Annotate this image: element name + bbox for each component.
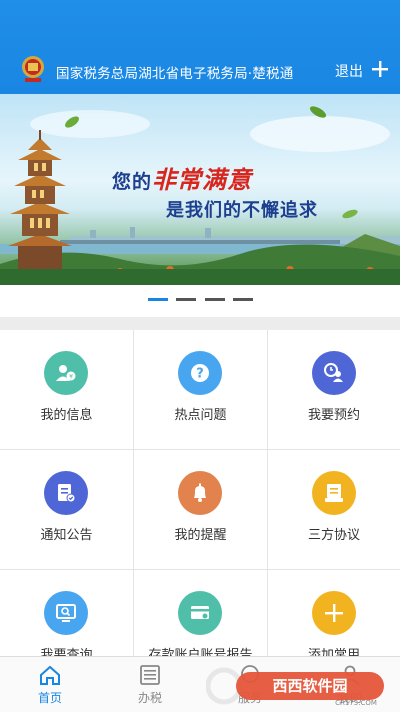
- tax-emblem-icon: [22, 56, 44, 82]
- question-icon: ?: [178, 351, 222, 395]
- card-icon: [178, 591, 222, 635]
- grid-item-label: 三方协议: [307, 528, 360, 543]
- banner-slogan-line2: 是我们的不懈追求: [166, 200, 318, 221]
- svg-text:¥: ¥: [69, 374, 73, 381]
- app-title: 国家税务总局湖北省电子税务局·楚税通: [56, 66, 294, 82]
- grid-item-appointment[interactable]: 我要预约: [268, 330, 400, 449]
- banner-slogan-line1: 您的非常满意: [112, 160, 252, 195]
- carousel-dot-3[interactable]: [205, 298, 225, 301]
- tab-label: 首页: [37, 691, 62, 705]
- function-grid: ¥ 我的信息 ? 热点问题 我要预约 通知公告 我的提醒 三方协议: [0, 330, 400, 689]
- carousel-dot-2[interactable]: [176, 298, 196, 301]
- user-icon: ¥: [44, 351, 88, 395]
- grid-item-my-info[interactable]: ¥ 我的信息: [0, 330, 133, 449]
- logout-button[interactable]: 退出: [335, 61, 363, 81]
- carousel-dot-4[interactable]: [233, 298, 253, 301]
- watermark-brand: 西西软件园: [272, 677, 347, 695]
- grid-item-label: 我的信息: [40, 408, 93, 423]
- list-icon: [140, 665, 160, 685]
- carousel-dot-1[interactable]: [148, 298, 168, 301]
- carousel-indicator: [0, 285, 400, 317]
- svg-text:?: ?: [196, 367, 204, 382]
- tab-label: 办税: [137, 691, 162, 705]
- agreement-icon: [312, 471, 356, 515]
- notice-icon: [44, 471, 88, 515]
- grid-item-label: 我的提醒: [174, 528, 227, 543]
- bell-icon: [178, 471, 222, 515]
- watermark-logo: 西西软件园 CR173.COM: [206, 667, 384, 707]
- tab-tax-handling[interactable]: 办税: [100, 657, 200, 712]
- add-icon[interactable]: [371, 60, 389, 78]
- grid-item-tripartite-agreement[interactable]: 三方协议: [268, 450, 400, 569]
- slogan-highlight: 非常满意: [152, 165, 253, 194]
- app-header: 国家税务总局湖北省电子税务局·楚税通 退出: [0, 0, 400, 94]
- plus-icon: [312, 591, 356, 635]
- grid-item-hot-questions[interactable]: ? 热点问题: [134, 330, 267, 449]
- grid-item-label: 热点问题: [174, 408, 227, 423]
- home-icon: [40, 665, 60, 685]
- tab-home[interactable]: 首页: [0, 657, 100, 712]
- appointment-icon: [312, 351, 356, 395]
- monitor-search-icon: [44, 591, 88, 635]
- grid-item-reminders[interactable]: 我的提醒: [134, 450, 267, 569]
- grid-item-label: 我要预约: [307, 408, 360, 423]
- grid-item-notices[interactable]: 通知公告: [0, 450, 133, 569]
- section-divider: [0, 317, 400, 329]
- watermark-url: CR173.COM: [335, 699, 377, 707]
- slogan-prefix: 您的: [112, 171, 153, 193]
- grid-item-label: 通知公告: [40, 528, 93, 543]
- promo-banner[interactable]: 您的非常满意 是我们的不懈追求: [0, 94, 400, 285]
